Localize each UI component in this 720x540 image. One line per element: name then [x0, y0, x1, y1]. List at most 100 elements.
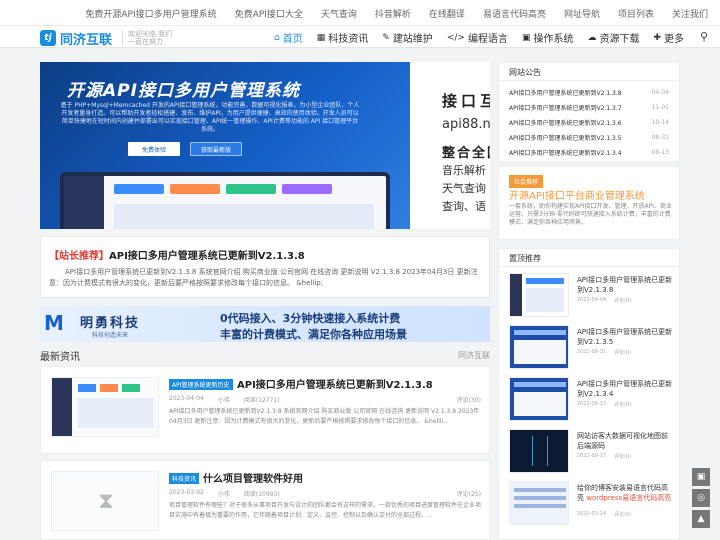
notice-title: API接口多用户管理系统已更新到V2.1.3.7	[509, 105, 622, 112]
notice-item[interactable]: API接口多用户管理系统已更新到V2.1.3.6 10-14	[499, 115, 679, 130]
sponsored-ad-box[interactable]: 社会推荐 开源API接口平台商业管理系统 一套系统，助你构建实现API接口开发、…	[498, 166, 680, 240]
notice-heading: 网站公告	[499, 63, 679, 81]
home-icon: ⌂	[274, 32, 280, 43]
thumb-line	[514, 496, 566, 500]
nav-item-downloads[interactable]: ☁ 资源下载	[587, 30, 639, 46]
hero-banner[interactable]: 开源API接口多用户管理系统 基于 PHP+Mysql+Memcached 开发…	[40, 62, 410, 229]
search-icon[interactable]: ⚲	[700, 30, 708, 43]
side-banner-line: 音乐解析	[442, 164, 486, 177]
editor-recommend[interactable]: 【站长推荐】API接口多用户管理系统已更新到V2.1.3.8 API接口多用户管…	[40, 236, 490, 298]
thumb-mockup	[514, 340, 566, 364]
topbar-link[interactable]: 抖音解析	[375, 7, 411, 20]
notice-date: 08-13	[651, 149, 669, 156]
top-item-title[interactable]: 给你的博客安装易语言代码高亮 wordpress易语言代码高亮	[577, 483, 673, 503]
article-excerpt: 项目管理软件有哪些？对于很多从事项目开发与设计的团队都会有这样的需求，一款优秀的…	[169, 502, 482, 519]
hero-download-button[interactable]: 获取最新版	[190, 142, 242, 156]
article-thumbnail[interactable]	[51, 377, 159, 437]
recommend-title[interactable]: 【站长推荐】API接口多用户管理系统已更新到V2.1.3.8	[49, 247, 305, 262]
article-comments[interactable]: 评论(30)	[457, 395, 481, 404]
notice-item[interactable]: API接口多用户管理系统已更新到V2.1.3.8 04-04	[499, 85, 679, 100]
article-category-badge[interactable]: 科技资讯	[169, 473, 200, 484]
mockup-chart	[114, 204, 374, 229]
nav-item-os[interactable]: ▣ 操作系统	[522, 30, 574, 46]
nav-item-home[interactable]: ⌂ 首页	[274, 30, 303, 46]
mingyong-logo-icon: M	[44, 311, 64, 335]
recommend-tag: 【站长推荐】	[49, 251, 109, 262]
top-item[interactable]: API接口多用户管理系统已更新到V2.1.3.5 2022-08-31 评论(0…	[509, 325, 673, 373]
hero-side-banner[interactable]: 接口互 api88.ne 整合全国 音乐解析 天气查询 查询、语	[410, 62, 490, 229]
top-item-thumbnail[interactable]	[509, 481, 569, 525]
thumb-sidebar	[510, 274, 522, 316]
thumb-line	[514, 504, 566, 508]
article-thumbnail[interactable]: ⧗	[51, 471, 159, 531]
thumb-sidebar	[52, 378, 72, 436]
mockup-card	[114, 184, 164, 194]
notice-title: API接口多用户管理系统已更新到V2.1.3.6	[509, 120, 622, 127]
top-item-comments: 评论(0)	[614, 350, 632, 356]
side-banner-line: 查询、语	[442, 200, 486, 213]
article-title[interactable]: API接口多用户管理系统已更新到V2.1.3.8	[237, 376, 433, 391]
article-category-badge[interactable]: API管理系统更新历史	[169, 379, 233, 390]
top-item[interactable]: 给你的博客安装易语言代码高亮 wordpress易语言代码高亮 2020-03-…	[509, 481, 673, 529]
topbar-link[interactable]: 易语言代码高亮	[483, 7, 546, 20]
article-card[interactable]: API管理系统更新历史 API接口多用户管理系统已更新到V2.1.3.8 202…	[40, 366, 490, 454]
top-item[interactable]: API接口多用户管理系统已更新到V2.1.3.8 2023-04-04 评论(0…	[509, 273, 673, 321]
hero-title: 开源API接口多用户管理系统	[67, 81, 300, 101]
hero-description: 基于 PHP+Mysql+Memcached 开发的API接口管理系统，功能完善…	[60, 102, 360, 133]
back-to-top-icon[interactable]: ▲	[692, 510, 710, 528]
top-item-meta: 2022-08-31 评论(0)	[577, 349, 631, 356]
nav-item-more[interactable]: ✚ 更多	[653, 30, 684, 46]
notice-item[interactable]: API接口多用户管理系统已更新到V2.1.3.7 11-01	[499, 100, 679, 115]
site-logo[interactable]: tj 同济互联 欢迎光临 我们一直在努力	[40, 28, 178, 48]
nav-item-programming[interactable]: </> 编程语言	[447, 30, 508, 46]
top-item-thumbnail[interactable]	[509, 429, 569, 473]
top-item-thumbnail[interactable]	[509, 325, 569, 369]
notice-title: API接口多用户管理系统已更新到V2.1.3.5	[509, 135, 622, 142]
wechat-icon[interactable]: ◎	[692, 489, 710, 507]
thumb-visual	[532, 436, 548, 466]
hero-try-button[interactable]: 免费体验	[128, 142, 180, 156]
topbar-link-follow[interactable]: 关注我们	[672, 7, 708, 20]
mockup-sidebar	[64, 176, 104, 229]
thumb-heading	[514, 330, 566, 335]
article-comments[interactable]: 评论(25)	[457, 489, 481, 498]
top-item-date: 2022-08-13	[577, 401, 607, 407]
ad-banner-mingyong[interactable]: M 明勇科技 科技创造未来 0代码接入、3分钟快速接入系统计费 丰富的计费模式、…	[40, 306, 490, 342]
top-item[interactable]: API接口多用户管理系统已更新到V2.1.3.4 2022-08-13 评论(0…	[509, 377, 673, 425]
top-item-date: 2020-03-14	[577, 511, 607, 517]
nav-label: 更多	[664, 34, 684, 45]
mockup-card	[226, 184, 276, 194]
topbar-link[interactable]: 项目列表	[618, 7, 654, 20]
top-item-title[interactable]: 网站访客大数据可视化地图前后端源码	[577, 431, 673, 451]
side-banner-url: api88.ne	[442, 117, 490, 132]
top-item-thumbnail[interactable]	[509, 273, 569, 317]
topbar-link[interactable]: 在线翻译	[429, 7, 465, 20]
top-item[interactable]: 网站访客大数据可视化地图前后端源码 2022-09-17 评论(0)	[509, 429, 673, 477]
top-item-title[interactable]: API接口多用户管理系统已更新到V2.1.3.4	[577, 379, 673, 399]
notice-title: API接口多用户管理系统已更新到V2.1.3.8	[509, 90, 622, 97]
top-item-title[interactable]: API接口多用户管理系统已更新到V2.1.3.5	[577, 327, 673, 347]
article-date: 2023-03-02	[169, 489, 204, 496]
top-item-thumbnail[interactable]	[509, 377, 569, 421]
nav-item-tech-news[interactable]: ▦ 科技资讯	[317, 30, 369, 46]
notice-item[interactable]: API接口多用户管理系统已更新到V2.1.3.4 08-13	[499, 145, 679, 160]
notice-item[interactable]: API接口多用户管理系统已更新到V2.1.3.5 08-31	[499, 130, 679, 145]
floating-toolbar: ▣ ◎ ▲	[692, 468, 710, 528]
top-item-title[interactable]: API接口多用户管理系统已更新到V2.1.3.8	[577, 275, 673, 295]
section-right-label[interactable]: 同济互联	[458, 350, 490, 361]
article-card[interactable]: ⧗ 科技资讯 什么项目管理软件好用 2023-03-02 小伟 阅读(10993…	[40, 460, 490, 540]
article-title[interactable]: 什么项目管理软件好用	[203, 470, 303, 485]
topbar-link[interactable]: 免费API接口大全	[235, 7, 303, 20]
qrcode-icon[interactable]: ▣	[692, 468, 710, 486]
topbar: 免费开源API接口多用户管理系统 免费API接口大全 天气查询 抖音解析 在线翻…	[0, 0, 720, 26]
notice-date: 08-31	[651, 134, 669, 141]
nav-item-site-maintenance[interactable]: ✎ 建站维护	[382, 30, 433, 46]
topbar-link[interactable]: 网址导航	[564, 7, 600, 20]
topbar-link[interactable]: 免费开源API接口多用户管理系统	[85, 7, 216, 20]
top-item-comments: 评论(0)	[614, 454, 632, 460]
site-notice-box: 网站公告 API接口多用户管理系统已更新到V2.1.3.8 04-04 API接…	[498, 62, 680, 162]
article-views: 阅读(10993)	[243, 491, 280, 498]
ad-title[interactable]: 开源API接口平台商业管理系统	[509, 187, 645, 202]
topbar-link[interactable]: 天气查询	[321, 7, 357, 20]
top-recommend-box: 置顶推荐 API接口多用户管理系统已更新到V2.1.3.8 2023-04-04…	[498, 248, 680, 540]
